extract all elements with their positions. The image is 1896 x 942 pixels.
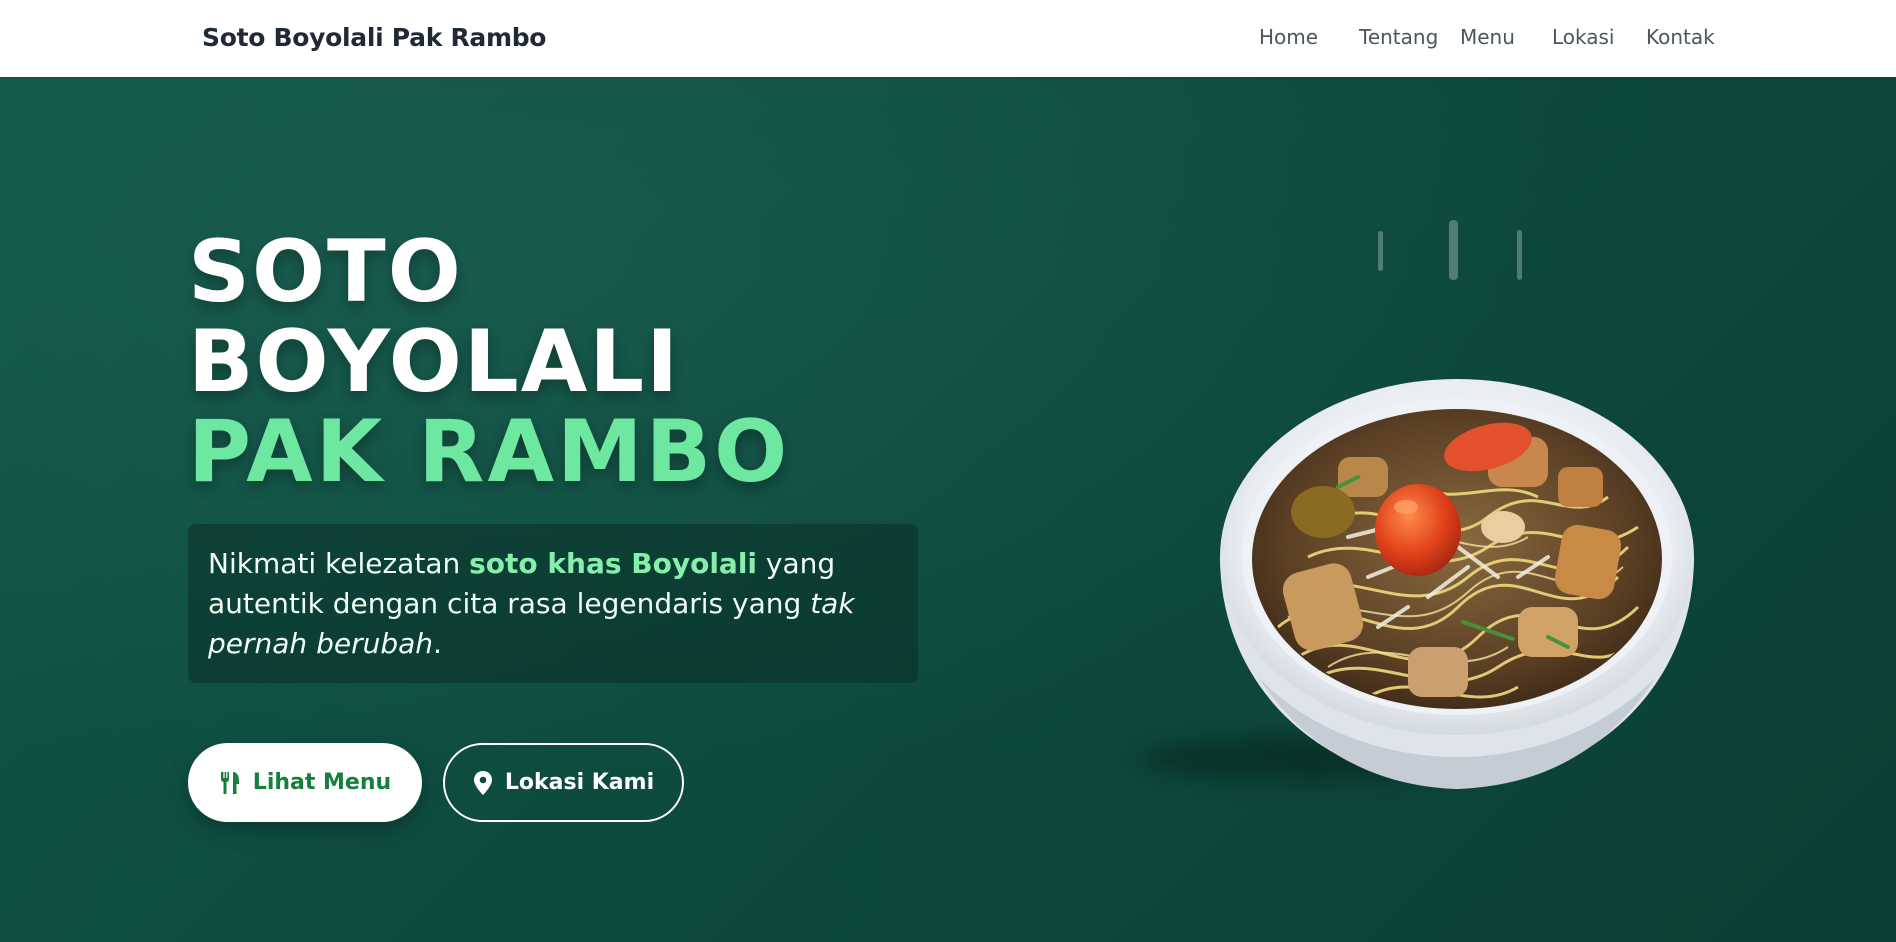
desc-text-3: .	[433, 627, 442, 660]
hero-title-line-1: SOTO	[188, 222, 463, 322]
nav-link-tentang[interactable]: Tentang	[1359, 25, 1438, 49]
hero-description: Nikmati kelezatan soto khas Boyolali yan…	[188, 524, 918, 683]
nav-link-lokasi[interactable]: Lokasi	[1552, 25, 1615, 49]
desc-highlight: soto khas Boyolali	[469, 547, 758, 580]
map-pin-icon	[473, 770, 493, 795]
nav-link-menu[interactable]: Menu	[1460, 25, 1515, 49]
utensils-icon	[219, 771, 241, 795]
brand-logo[interactable]: Soto Boyolali Pak Rambo	[202, 23, 546, 52]
hero-title: SOTO BOYOLALI PAK RAMBO	[188, 227, 790, 497]
steam-line	[1517, 230, 1522, 280]
nav-link-kontak[interactable]: Kontak	[1646, 25, 1715, 49]
steam-line	[1378, 231, 1383, 271]
hero-title-accent: PAK RAMBO	[188, 402, 791, 502]
soto-bowl-image	[1220, 379, 1694, 789]
steam-line	[1449, 220, 1458, 280]
our-location-label: Lokasi Kami	[504, 770, 655, 795]
our-location-button[interactable]: Lokasi Kami	[443, 743, 684, 822]
hero-section: SOTO BOYOLALI PAK RAMBO Nikmati kelezata…	[0, 77, 1896, 942]
navbar: Soto Boyolali Pak Rambo Home Tentang Men…	[0, 0, 1896, 77]
view-menu-button[interactable]: Lihat Menu	[188, 743, 422, 822]
nav-link-home[interactable]: Home	[1259, 25, 1318, 49]
hero-title-line-2: BOYOLALI	[188, 312, 681, 412]
view-menu-label: Lihat Menu	[252, 770, 392, 795]
desc-text-1: Nikmati kelezatan	[208, 547, 470, 580]
